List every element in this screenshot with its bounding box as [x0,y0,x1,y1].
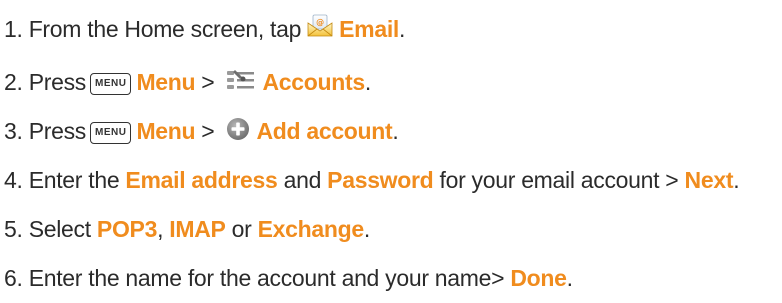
step-number: 6. [4,265,23,291]
step-3: 3. Press MENU Menu > Add account . [4,107,780,156]
step-2: 2. Press MENU Menu > Accounts . [4,58,780,107]
password-label: Password [327,167,434,193]
step-number: 5. [4,216,23,242]
email-address-label: Email address [125,167,278,193]
menu-key: MENU [89,121,132,144]
step-punct: . [733,167,740,193]
step-text: Press [28,69,87,95]
done-label: Done [510,265,567,291]
step-punct: . [364,69,371,95]
separator: > [201,118,215,144]
step-text: Select [28,216,91,242]
step-punct: . [399,15,406,42]
imap-label: IMAP [169,216,226,242]
step-number: 3. [4,118,23,144]
step-1: 1. From the Home screen, tap @ Email . [4,0,780,58]
menu-label: Menu [136,69,196,95]
add-account-label: Add account [256,118,393,144]
step-text: for your email account > [439,167,679,193]
menu-label: Menu [136,118,196,144]
menu-key: MENU [89,72,132,95]
pop3-label: POP3 [96,216,158,242]
step-text: Press [28,118,87,144]
accounts-icon [226,68,256,98]
next-label: Next [684,167,734,193]
step-6: 6. Enter the name for the account and yo… [4,254,780,303]
instruction-steps: 1. From the Home screen, tap @ Email . 2… [4,0,780,303]
separator: > [201,69,215,95]
step-text: and [283,167,322,193]
step-5: 5. Select POP3 , IMAP or Exchange . [4,205,780,254]
svg-text:@: @ [316,18,324,27]
add-circle-icon [226,117,250,147]
step-number: 4. [4,167,23,193]
email-envelope-icon: @ [307,14,333,44]
step-text: From the Home screen, tap [28,15,302,42]
step-number: 1. [4,15,23,42]
step-punct: . [392,118,399,144]
step-4: 4. Enter the Email address and Password … [4,156,780,205]
email-app-label: Email [339,15,400,42]
step-number: 2. [4,69,23,95]
step-text: Enter the name for the account and your … [28,265,505,291]
step-text: Enter the [28,167,120,193]
step-punct: . [566,265,573,291]
accounts-label: Accounts [262,69,365,95]
step-punct: . [363,216,370,242]
step-text: or [231,216,252,242]
exchange-label: Exchange [257,216,365,242]
